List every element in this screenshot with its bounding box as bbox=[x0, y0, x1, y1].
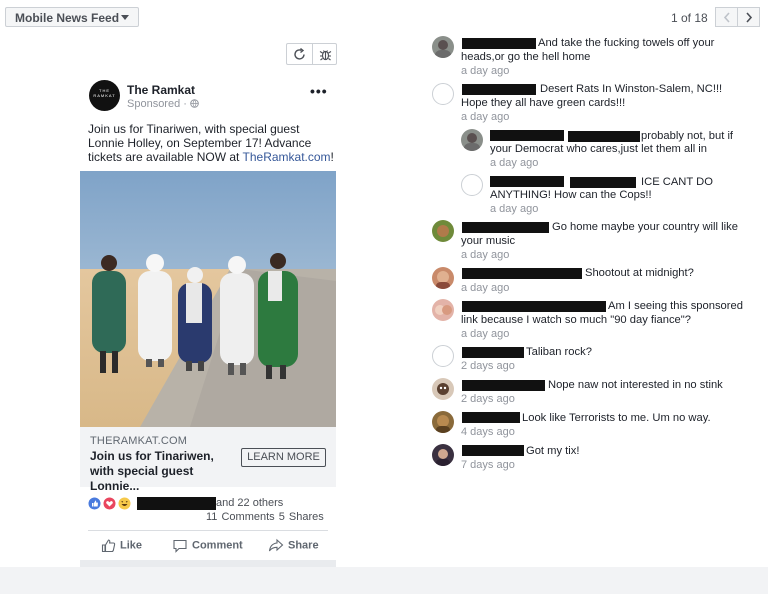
feed-type-dropdown[interactable]: Mobile News Feed bbox=[5, 7, 139, 27]
comment-text: heads,or go the hell home bbox=[461, 51, 591, 63]
love-reaction-icon bbox=[103, 497, 116, 510]
previous-button[interactable] bbox=[715, 7, 738, 27]
redacted-name bbox=[462, 222, 549, 233]
next-button[interactable] bbox=[737, 7, 760, 27]
comment-time[interactable]: a day ago bbox=[490, 157, 538, 169]
redacted-name bbox=[462, 445, 524, 456]
link-domain: THERAMKAT.COM bbox=[90, 435, 188, 447]
preview-tools bbox=[286, 43, 337, 65]
commenter-avatar[interactable] bbox=[432, 444, 454, 466]
actions-divider bbox=[88, 530, 328, 531]
shares-count-link[interactable]: 5 Shares bbox=[279, 511, 324, 523]
comment-text: ICE CANT DO bbox=[641, 176, 713, 188]
commenter-avatar[interactable] bbox=[432, 345, 454, 367]
redacted-name bbox=[490, 176, 564, 187]
comment-text: Nope naw not interested in no stink bbox=[548, 379, 723, 391]
comment-text: Shootout at midnight? bbox=[585, 267, 694, 279]
redacted-mention bbox=[568, 131, 640, 142]
redacted-name bbox=[462, 380, 545, 391]
chevron-left-icon bbox=[723, 12, 730, 23]
post-body: Join us for Tinariwen, with special gues… bbox=[88, 122, 334, 164]
redacted-name bbox=[462, 38, 536, 49]
comment-text: Taliban rock? bbox=[526, 346, 592, 358]
like-reaction-icon bbox=[88, 497, 101, 510]
commenter-avatar[interactable] bbox=[432, 299, 454, 321]
comment-time[interactable]: a day ago bbox=[461, 65, 509, 77]
thumbs-up-icon bbox=[101, 539, 116, 553]
redacted-name bbox=[462, 268, 582, 279]
comment-button[interactable]: Comment bbox=[172, 538, 243, 553]
globe-icon bbox=[190, 99, 199, 108]
more-icon[interactable]: ••• bbox=[310, 83, 328, 99]
chevron-down-icon bbox=[121, 15, 129, 20]
comment-text: link because I watch so much "90 day fia… bbox=[461, 314, 691, 326]
card-footer-edge bbox=[80, 560, 336, 567]
comments-count-link[interactable]: 11 Comments bbox=[206, 511, 275, 523]
page-name-link[interactable]: The Ramkat bbox=[127, 83, 195, 97]
comment-time[interactable]: a day ago bbox=[461, 282, 509, 294]
page-footer-band bbox=[0, 567, 768, 594]
redacted-names bbox=[137, 497, 216, 510]
redacted-mention bbox=[570, 177, 636, 188]
redacted-name bbox=[462, 301, 606, 312]
comment-text: Go home maybe your country will like bbox=[552, 221, 738, 233]
post-link[interactable]: TheRamkat.com bbox=[243, 150, 331, 164]
link-headline[interactable]: Join us for Tinariwen, with special gues… bbox=[90, 449, 240, 494]
learn-more-button[interactable]: LEARN MORE bbox=[241, 448, 326, 467]
comment-time[interactable]: 2 days ago bbox=[461, 360, 515, 372]
comment-text: your Democrat who cares,just let them al… bbox=[490, 143, 707, 155]
comment-time[interactable]: a day ago bbox=[461, 111, 509, 123]
comment-text: Desert Rats In Winston-Salem, NC!!! bbox=[540, 83, 723, 95]
share-button[interactable]: Share bbox=[268, 538, 319, 553]
chevron-right-icon bbox=[746, 12, 753, 23]
commenter-avatar[interactable] bbox=[461, 174, 483, 196]
commenter-avatar[interactable] bbox=[432, 83, 454, 105]
comment-time[interactable]: 2 days ago bbox=[461, 393, 515, 405]
redacted-name bbox=[462, 84, 536, 95]
page-logo[interactable]: THE RAMKAT bbox=[89, 80, 120, 111]
commenter-avatar[interactable] bbox=[432, 411, 454, 433]
comment-time[interactable]: 4 days ago bbox=[461, 426, 515, 438]
comment-text: Look like Terrorists to me. Um no way. bbox=[522, 412, 711, 424]
redacted-name bbox=[490, 130, 564, 141]
comment-time[interactable]: a day ago bbox=[461, 328, 509, 340]
comment-text: Am I seeing this sponsored bbox=[608, 300, 743, 312]
like-button[interactable]: Like bbox=[101, 538, 142, 553]
reaction-summary[interactable]: and 22 others bbox=[216, 497, 283, 509]
comment-text: probably not, but if bbox=[641, 130, 734, 142]
comment-text: Hope they all have green cards!!! bbox=[461, 97, 626, 109]
share-icon bbox=[268, 538, 284, 552]
bug-icon[interactable] bbox=[318, 47, 333, 62]
sponsored-label: Sponsored · bbox=[127, 98, 199, 110]
commenter-avatar[interactable] bbox=[432, 378, 454, 400]
pager-count: 1 of 18 bbox=[671, 11, 708, 25]
comment-time[interactable]: a day ago bbox=[461, 249, 509, 261]
comment-icon bbox=[173, 539, 187, 553]
tool-divider bbox=[312, 44, 313, 64]
commenter-avatar[interactable] bbox=[432, 36, 454, 58]
comment-text: your music bbox=[461, 235, 516, 247]
redacted-name bbox=[462, 412, 520, 423]
commenter-avatar[interactable] bbox=[432, 267, 454, 289]
comment-time[interactable]: a day ago bbox=[490, 203, 538, 215]
haha-reaction-icon bbox=[118, 497, 131, 510]
refresh-icon[interactable] bbox=[292, 47, 307, 62]
comment-time[interactable]: 7 days ago bbox=[461, 459, 515, 471]
comment-text: And take the fucking towels off your bbox=[538, 37, 715, 49]
engagement-counts: 11 Comments 5 Shares bbox=[206, 511, 324, 523]
commenter-avatar[interactable] bbox=[432, 220, 454, 242]
commenter-avatar[interactable] bbox=[461, 129, 483, 151]
comment-text: ANYTHING! How can the Cops!! bbox=[490, 189, 652, 201]
feed-type-label: Mobile News Feed bbox=[15, 11, 120, 25]
comment-text: Got my tix! bbox=[526, 445, 580, 457]
post-photo[interactable] bbox=[80, 171, 336, 427]
redacted-name bbox=[462, 347, 524, 358]
